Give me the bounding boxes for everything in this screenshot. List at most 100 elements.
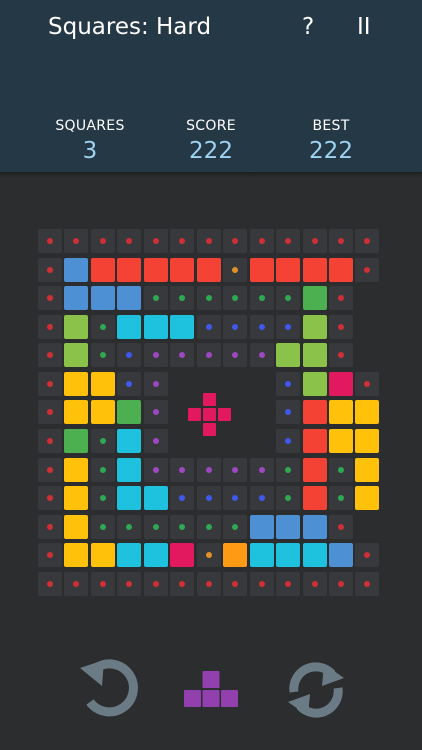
empty-cell[interactable] — [355, 371, 380, 396]
empty-cell[interactable] — [249, 571, 274, 596]
empty-cell[interactable] — [328, 486, 353, 511]
empty-cell[interactable] — [143, 429, 168, 453]
empty-cell[interactable] — [355, 257, 380, 282]
pause-button[interactable]: II — [357, 12, 371, 42]
empty-cell[interactable] — [38, 314, 62, 339]
empty-cell[interactable] — [143, 571, 168, 596]
empty-cell[interactable] — [90, 514, 115, 539]
empty-cell[interactable] — [249, 229, 274, 253]
empty-cell[interactable] — [276, 400, 300, 425]
empty-cell[interactable] — [276, 371, 300, 396]
empty-cell[interactable] — [196, 314, 221, 339]
empty-cell[interactable] — [223, 229, 248, 253]
empty-cell[interactable] — [90, 314, 115, 339]
empty-cell[interactable] — [249, 457, 274, 482]
empty-cell[interactable] — [355, 571, 380, 596]
empty-cell[interactable] — [38, 343, 62, 368]
empty-cell[interactable] — [143, 457, 168, 482]
empty-cell[interactable] — [38, 571, 62, 596]
empty-cell[interactable] — [38, 371, 62, 396]
empty-cell[interactable] — [328, 229, 353, 253]
empty-cell[interactable] — [38, 286, 62, 311]
empty-cell[interactable] — [196, 486, 221, 511]
empty-cell[interactable] — [90, 486, 115, 511]
empty-cell[interactable] — [328, 286, 353, 311]
empty-cell[interactable] — [328, 343, 353, 368]
empty-cell[interactable] — [276, 486, 300, 511]
empty-cell[interactable] — [64, 229, 89, 253]
empty-cell[interactable] — [196, 229, 221, 253]
score-label: SCORE — [186, 118, 236, 134]
empty-cell[interactable] — [117, 371, 142, 396]
empty-cell[interactable] — [196, 457, 221, 482]
empty-cell[interactable] — [328, 457, 353, 482]
empty-cell[interactable] — [196, 514, 221, 539]
empty-cell[interactable] — [302, 571, 327, 596]
empty-cell[interactable] — [170, 571, 195, 596]
empty-cell[interactable] — [276, 314, 300, 339]
empty-cell[interactable] — [328, 571, 353, 596]
empty-cell[interactable] — [38, 514, 62, 539]
center-plus-piece[interactable] — [188, 393, 232, 437]
undo-button[interactable] — [76, 658, 140, 722]
empty-cell[interactable] — [196, 343, 221, 368]
empty-cell[interactable] — [196, 286, 221, 311]
empty-cell[interactable] — [90, 229, 115, 253]
empty-cell[interactable] — [38, 257, 62, 282]
empty-cell[interactable] — [223, 457, 248, 482]
empty-cell[interactable] — [249, 343, 274, 368]
empty-cell[interactable] — [143, 286, 168, 311]
empty-cell[interactable] — [170, 486, 195, 511]
empty-cell[interactable] — [249, 314, 274, 339]
empty-cell[interactable] — [170, 229, 195, 253]
empty-cell[interactable] — [90, 571, 115, 596]
empty-cell[interactable] — [223, 486, 248, 511]
empty-cell[interactable] — [223, 514, 248, 539]
empty-cell[interactable] — [223, 343, 248, 368]
empty-cell[interactable] — [90, 343, 115, 368]
empty-cell[interactable] — [38, 229, 62, 253]
empty-cell[interactable] — [249, 486, 274, 511]
empty-cell[interactable] — [38, 429, 62, 453]
empty-cell[interactable] — [276, 457, 300, 482]
score-value: 222 — [189, 138, 233, 164]
empty-cell[interactable] — [170, 457, 195, 482]
empty-cell[interactable] — [223, 571, 248, 596]
empty-cell[interactable] — [64, 571, 89, 596]
empty-cell[interactable] — [355, 229, 380, 253]
empty-cell[interactable] — [117, 229, 142, 253]
refresh-button[interactable] — [284, 658, 348, 722]
empty-cell[interactable] — [223, 286, 248, 311]
empty-cell[interactable] — [143, 371, 168, 396]
empty-cell[interactable] — [170, 514, 195, 539]
empty-cell[interactable] — [196, 543, 221, 568]
empty-cell[interactable] — [38, 486, 62, 511]
empty-cell[interactable] — [223, 257, 248, 282]
empty-cell[interactable] — [276, 429, 300, 453]
empty-cell[interactable] — [276, 286, 300, 311]
empty-cell[interactable] — [143, 400, 168, 425]
empty-cell[interactable] — [143, 229, 168, 253]
empty-cell[interactable] — [143, 343, 168, 368]
empty-cell[interactable] — [117, 343, 142, 368]
empty-cell[interactable] — [355, 543, 380, 568]
empty-cell[interactable] — [117, 514, 142, 539]
empty-cell[interactable] — [328, 514, 353, 539]
empty-cell[interactable] — [223, 314, 248, 339]
empty-cell[interactable] — [38, 457, 62, 482]
empty-cell[interactable] — [302, 229, 327, 253]
empty-cell[interactable] — [117, 571, 142, 596]
empty-cell[interactable] — [328, 314, 353, 339]
empty-cell[interactable] — [249, 286, 274, 311]
empty-cell[interactable] — [38, 543, 62, 568]
empty-cell[interactable] — [276, 229, 300, 253]
empty-cell[interactable] — [170, 286, 195, 311]
empty-cell[interactable] — [196, 571, 221, 596]
empty-cell[interactable] — [38, 400, 62, 425]
empty-cell[interactable] — [90, 457, 115, 482]
empty-cell[interactable] — [143, 514, 168, 539]
empty-cell[interactable] — [276, 571, 300, 596]
help-button[interactable]: ? — [302, 12, 314, 42]
empty-cell[interactable] — [170, 343, 195, 368]
empty-cell[interactable] — [90, 429, 115, 453]
